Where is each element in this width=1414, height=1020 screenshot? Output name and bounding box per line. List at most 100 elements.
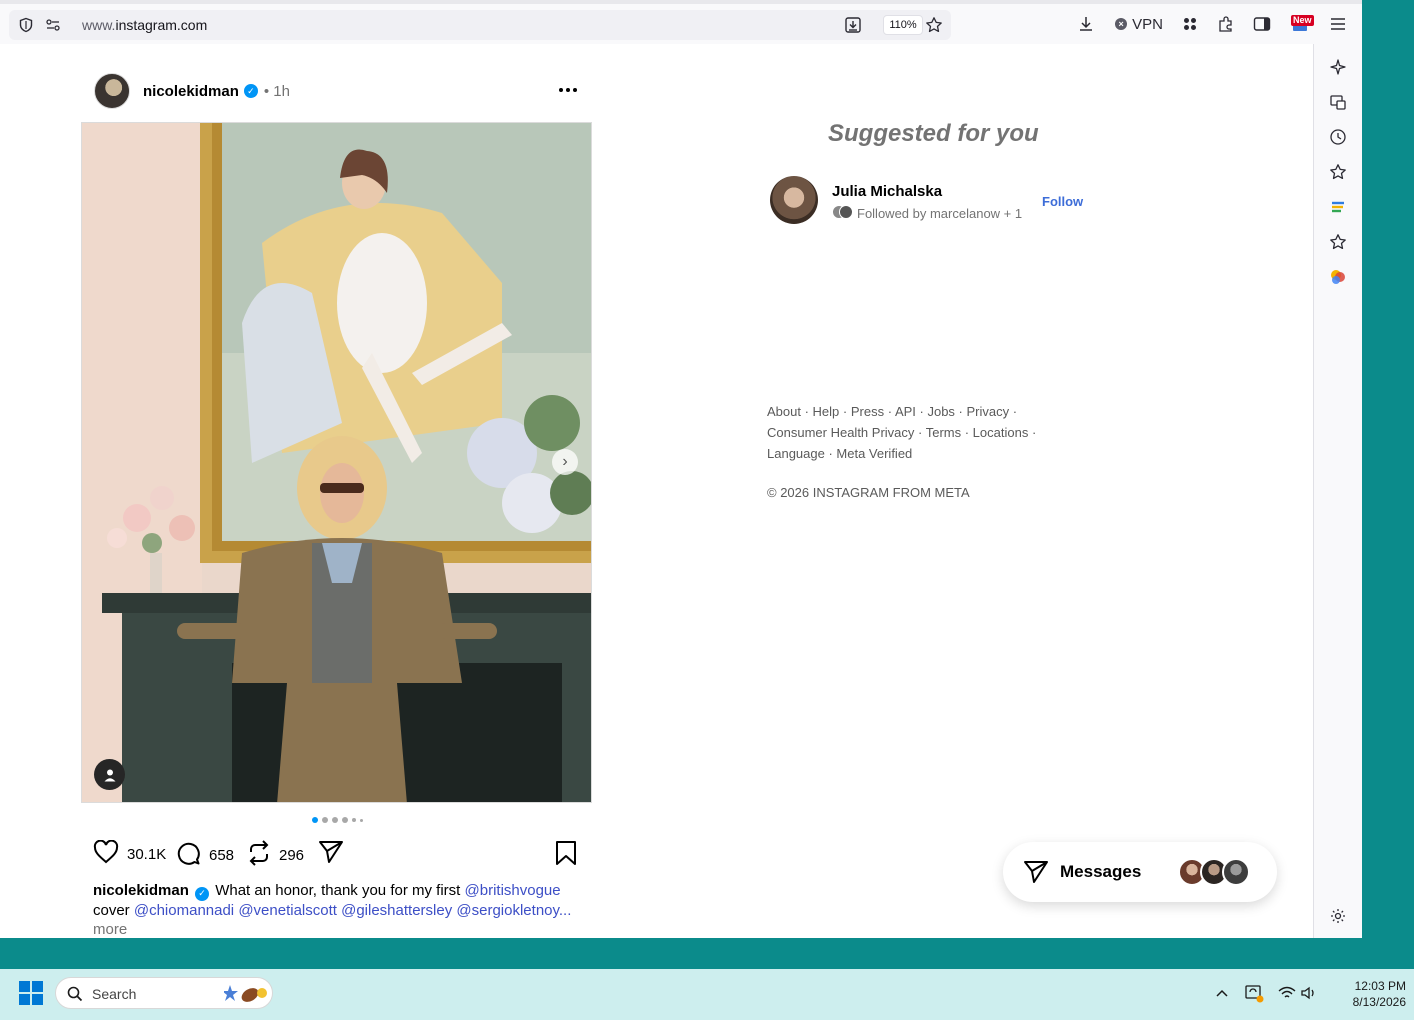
chevron-up-icon[interactable] bbox=[1212, 983, 1232, 1003]
like-action: 30.1K bbox=[93, 839, 166, 868]
footer-separator: · bbox=[1009, 404, 1018, 419]
extension-grid-icon[interactable] bbox=[1180, 12, 1200, 36]
post-image[interactable] bbox=[81, 122, 592, 803]
post-actions: 30.1K 658 296 bbox=[93, 839, 583, 870]
avatar bbox=[1222, 858, 1250, 886]
taskbar-search[interactable]: Search bbox=[55, 977, 273, 1009]
carousel-dot bbox=[342, 817, 348, 823]
like-count[interactable]: 30.1K bbox=[127, 846, 166, 863]
footer-link[interactable]: Language bbox=[767, 446, 825, 461]
search-placeholder: Search bbox=[92, 986, 137, 1002]
sync-status-icon[interactable] bbox=[1243, 983, 1265, 1003]
footer-link[interactable]: Press bbox=[851, 404, 884, 419]
footer-separator: · bbox=[884, 404, 895, 419]
footer-separator: · bbox=[914, 425, 926, 440]
post-header: nicolekidman ✓ • 1h bbox=[94, 72, 290, 110]
footer-link[interactable]: Jobs bbox=[927, 404, 954, 419]
follow-button[interactable]: Follow bbox=[1042, 194, 1083, 209]
post-caption: nicolekidman ✓ What an honor, thank you … bbox=[93, 881, 583, 938]
avatar[interactable] bbox=[770, 176, 818, 224]
caption-text: What an honor, thank you for my first bbox=[215, 882, 461, 899]
zoom-level[interactable]: 110% bbox=[883, 15, 923, 35]
color-extension-icon[interactable] bbox=[1328, 267, 1348, 287]
wifi-icon[interactable] bbox=[1277, 983, 1297, 1003]
site-permissions-icon[interactable] bbox=[44, 16, 62, 34]
save-page-icon[interactable] bbox=[844, 16, 862, 34]
menu-hamburger-icon[interactable] bbox=[1328, 12, 1348, 36]
repost-count[interactable]: 296 bbox=[279, 847, 304, 864]
save-bookmark-icon[interactable] bbox=[555, 840, 577, 866]
browser-window: www.instagram.com 110% × VPN New nicolek… bbox=[0, 0, 1362, 938]
footer-link[interactable]: Meta Verified bbox=[836, 446, 912, 461]
sidebar-toggle-icon[interactable] bbox=[1252, 12, 1272, 36]
carousel-dot bbox=[312, 817, 318, 823]
synced-tabs-icon[interactable] bbox=[1328, 92, 1348, 112]
share-icon[interactable] bbox=[318, 840, 344, 864]
suggested-user-name[interactable]: Julia Michalska bbox=[832, 183, 942, 200]
bookmark-star-icon[interactable] bbox=[925, 16, 943, 34]
volume-icon[interactable] bbox=[1299, 983, 1319, 1003]
messages-label: Messages bbox=[1060, 862, 1142, 881]
url-host: instagram.com bbox=[115, 17, 208, 33]
clock-time: 12:03 PM bbox=[1354, 979, 1406, 993]
suggested-user-subtitle: Followed by marcelanow + 1 bbox=[832, 205, 1022, 222]
url-prefix: www. bbox=[82, 17, 116, 33]
footer-link[interactable]: Privacy bbox=[967, 404, 1010, 419]
system-clock[interactable]: 12:03 PM 8/13/2026 bbox=[1326, 978, 1406, 1010]
caption-line2: cover bbox=[93, 901, 130, 919]
tagged-users-button[interactable] bbox=[94, 759, 125, 790]
time-separator: • bbox=[263, 82, 270, 100]
post-time-value[interactable]: 1h bbox=[273, 83, 290, 100]
mention-link[interactable]: @venetialscott bbox=[238, 902, 337, 919]
caption-username[interactable]: nicolekidman bbox=[93, 882, 189, 899]
footer-link[interactable]: Help bbox=[813, 404, 840, 419]
address-bar[interactable]: www.instagram.com 110% bbox=[9, 10, 951, 40]
favorites-star-icon[interactable] bbox=[1328, 232, 1348, 252]
history-clock-icon[interactable] bbox=[1328, 127, 1348, 147]
carousel-indicator bbox=[312, 817, 363, 823]
footer-separator: · bbox=[800, 404, 813, 419]
footer-link[interactable]: Terms bbox=[926, 425, 961, 440]
avatar[interactable] bbox=[94, 73, 130, 109]
carousel-dot bbox=[332, 817, 338, 823]
footer-separator: · bbox=[1028, 425, 1037, 440]
browser-sidebar bbox=[1313, 44, 1362, 938]
ai-sparkle-icon[interactable] bbox=[1328, 57, 1348, 77]
footer-link[interactable]: API bbox=[895, 404, 916, 419]
vpn-status-icon: × bbox=[1115, 18, 1128, 30]
messages-button[interactable]: Messages bbox=[1003, 842, 1277, 902]
comment-icon[interactable] bbox=[175, 840, 201, 870]
message-avatars bbox=[1178, 858, 1250, 886]
mutual-avatars bbox=[832, 205, 853, 222]
comment-action: 658 bbox=[175, 840, 234, 870]
post-username[interactable]: nicolekidman bbox=[143, 83, 239, 100]
mention-link[interactable]: @gileshattersley bbox=[341, 902, 452, 919]
downloads-icon[interactable] bbox=[1075, 12, 1097, 36]
suggested-user-row: Julia Michalska Followed by marcelanow +… bbox=[770, 176, 1090, 226]
repost-action: 296 bbox=[247, 840, 304, 870]
repost-icon[interactable] bbox=[247, 840, 271, 870]
vpn-button[interactable]: × VPN bbox=[1114, 12, 1164, 36]
more-options-button[interactable] bbox=[556, 80, 580, 100]
caption-verified-icon: ✓ bbox=[195, 886, 210, 901]
footer-link[interactable]: About bbox=[767, 404, 801, 419]
layers-extension-icon[interactable] bbox=[1328, 197, 1348, 217]
user-icon bbox=[104, 769, 115, 781]
caption-more-link[interactable]: more bbox=[93, 921, 127, 938]
mention-link[interactable]: @sergiokletnoy... bbox=[456, 902, 571, 919]
mention-link[interactable]: @britishvogue bbox=[465, 882, 561, 899]
shield-icon[interactable] bbox=[17, 16, 35, 34]
settings-gear-icon[interactable] bbox=[1328, 906, 1348, 926]
mention-link[interactable]: @chiomannadi bbox=[134, 902, 234, 919]
windows-start-icon[interactable] bbox=[19, 981, 43, 1005]
next-slide-button[interactable]: › bbox=[552, 449, 578, 475]
footer-link[interactable]: Locations bbox=[973, 425, 1029, 440]
url-text[interactable]: www.instagram.com bbox=[82, 17, 207, 33]
footer-links: About · Help · Press · API · Jobs · Priv… bbox=[767, 401, 1047, 464]
post-time: • 1h bbox=[264, 83, 290, 100]
comment-count[interactable]: 658 bbox=[209, 847, 234, 864]
footer-link[interactable]: Consumer Health Privacy bbox=[767, 425, 914, 440]
extensions-puzzle-icon[interactable] bbox=[1216, 12, 1236, 36]
bookmarks-star-icon[interactable] bbox=[1328, 162, 1348, 182]
heart-icon[interactable] bbox=[93, 839, 119, 868]
